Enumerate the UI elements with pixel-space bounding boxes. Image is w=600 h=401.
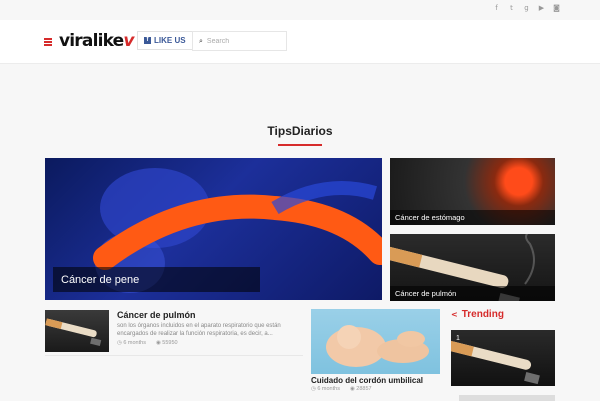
featured-side-tile[interactable]: Cáncer de estómago — [390, 158, 555, 225]
view-count: 28857 — [356, 386, 372, 392]
post-time: 6 months — [317, 386, 340, 392]
trending-rank: 1 — [456, 335, 460, 342]
list-item-meta: ◷ 6 months ◉ 55950 — [117, 340, 178, 346]
trending-widget: < Trending 1 — [451, 309, 555, 401]
logo-text: viralike — [59, 31, 124, 51]
section-title-underline — [278, 144, 322, 146]
google-plus-icon[interactable]: g — [523, 5, 530, 12]
site-logo[interactable]: viralikev — [59, 31, 135, 51]
top-bar: f t g ▶ ◙ — [0, 0, 600, 20]
post-card-meta: ◷ 6 months ◉ 28857 — [311, 386, 372, 392]
list-item[interactable]: Cáncer de pulmón son los órganos incluid… — [45, 310, 303, 356]
baby-image — [326, 325, 429, 367]
trending-title: Trending — [461, 309, 504, 320]
youtube-icon[interactable]: ▶ — [538, 5, 545, 12]
view-count: 55950 — [162, 340, 178, 346]
logo-mark: v — [123, 31, 134, 51]
featured-side-caption: Cáncer de pulmón — [390, 286, 555, 301]
featured-main-tile[interactable]: Cáncer de pene — [45, 158, 382, 300]
like-us-button[interactable]: f LIKE US — [137, 31, 193, 50]
cigarette-image — [45, 318, 102, 346]
social-links: f t g ▶ ◙ — [493, 5, 560, 12]
trending-item-next[interactable] — [459, 395, 555, 401]
section-title: TipsDiarios — [267, 124, 333, 138]
instagram-icon[interactable]: ◙ — [553, 5, 560, 12]
search-input[interactable] — [206, 37, 277, 45]
eye-icon: ◉ 28857 — [349, 386, 372, 392]
search-icon: ⌕ — [199, 36, 203, 45]
post-card[interactable]: Cuidado del cordón umbilical ◷ 6 months … — [311, 309, 440, 392]
clock-icon: ◷ 6 months — [117, 340, 146, 346]
list-item-title[interactable]: Cáncer de pulmón — [117, 310, 196, 320]
featured-main-caption: Cáncer de pene — [53, 267, 260, 292]
cigarette-image — [451, 340, 540, 385]
post-time: 6 months — [123, 340, 146, 346]
facebook-icon[interactable]: f — [493, 5, 500, 12]
trending-item[interactable]: 1 — [451, 330, 555, 386]
like-us-label: LIKE US — [154, 36, 186, 45]
list-item-thumbnail[interactable] — [45, 310, 109, 352]
twitter-icon[interactable]: t — [508, 5, 515, 12]
search-box: ⌕ — [192, 31, 287, 51]
featured-side-caption: Cáncer de estómago — [390, 210, 555, 225]
facebook-icon: f — [144, 37, 151, 44]
featured-side-tile[interactable]: Cáncer de pulmón — [390, 234, 555, 301]
trending-header: < Trending — [451, 309, 555, 320]
eye-icon: ◉ 55950 — [155, 340, 178, 346]
list-item-excerpt: son los órganos incluidos en el aparato … — [117, 323, 281, 337]
share-icon: < — [451, 310, 458, 319]
post-card-title[interactable]: Cuidado del cordón umbilical — [311, 376, 423, 385]
site-header: viralikev f LIKE US ⌕ — [0, 20, 600, 64]
post-card-image[interactable] — [311, 309, 440, 374]
clock-icon: ◷ 6 months — [311, 386, 340, 392]
menu-icon[interactable] — [44, 38, 52, 46]
